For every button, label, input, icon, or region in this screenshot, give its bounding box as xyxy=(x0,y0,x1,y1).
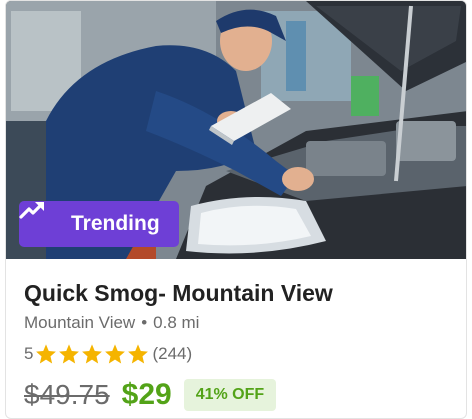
location-text: Mountain View xyxy=(24,313,136,332)
star-icon xyxy=(82,344,103,364)
original-price: $49.75 xyxy=(24,379,110,410)
star-icon xyxy=(36,344,57,364)
star-icon xyxy=(105,344,126,364)
star-rating xyxy=(35,343,149,365)
discount-badge: 41% OFF xyxy=(183,379,277,411)
star-icon xyxy=(59,344,80,364)
star-icon xyxy=(128,344,149,364)
trending-badge[interactable]: Trending xyxy=(19,201,179,247)
deal-image[interactable]: Trending xyxy=(6,1,466,259)
deal-card[interactable]: Trending Quick Smog- Mountain View Mount… xyxy=(5,0,467,419)
trending-label: Trending xyxy=(71,212,160,235)
location-line: Mountain View • 0.8 mi xyxy=(24,313,199,333)
rating-value: 5 xyxy=(24,344,34,363)
rating: 5 (244) xyxy=(24,342,192,366)
separator-dot: • xyxy=(141,313,148,332)
trending-up-icon xyxy=(19,202,59,233)
price-row: $49.75 $29 41% OFF xyxy=(24,375,277,415)
distance-text: 0.8 mi xyxy=(153,313,200,332)
review-count: (244) xyxy=(152,344,193,363)
current-price: $29 xyxy=(121,378,172,411)
deal-title[interactable]: Quick Smog- Mountain View xyxy=(24,280,333,307)
